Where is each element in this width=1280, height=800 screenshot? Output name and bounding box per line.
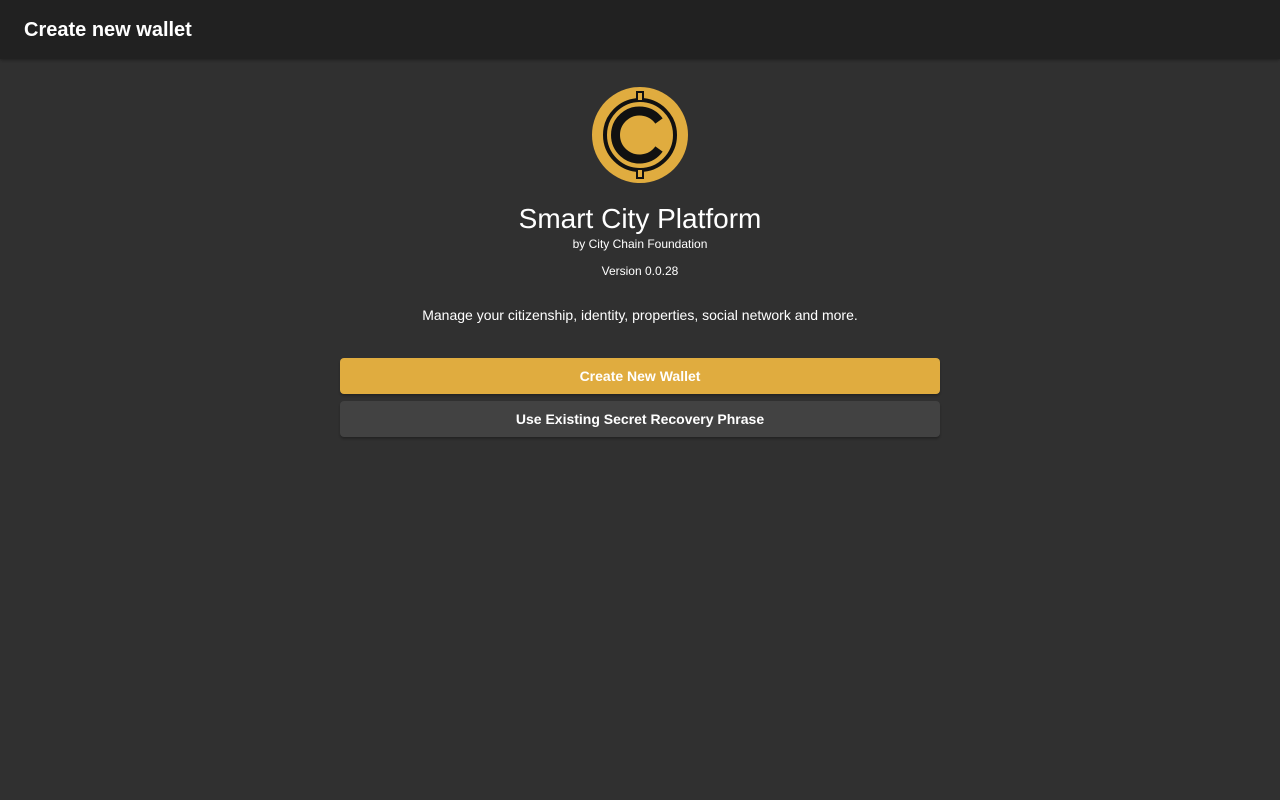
main-content: Smart City Platform by City Chain Founda… [0, 59, 1280, 800]
page-title: Create new wallet [24, 19, 192, 41]
app-byline: by City Chain Foundation [572, 237, 708, 251]
create-new-wallet-button[interactable]: Create New Wallet [340, 358, 940, 394]
app-tagline: Manage your citizenship, identity, prope… [422, 307, 858, 323]
top-toolbar: Create new wallet [0, 0, 1280, 59]
app-version: Version 0.0.28 [601, 264, 679, 278]
use-existing-recovery-phrase-button[interactable]: Use Existing Secret Recovery Phrase [340, 401, 940, 437]
city-chain-logo-icon [592, 87, 688, 183]
app-name: Smart City Platform [518, 203, 762, 234]
